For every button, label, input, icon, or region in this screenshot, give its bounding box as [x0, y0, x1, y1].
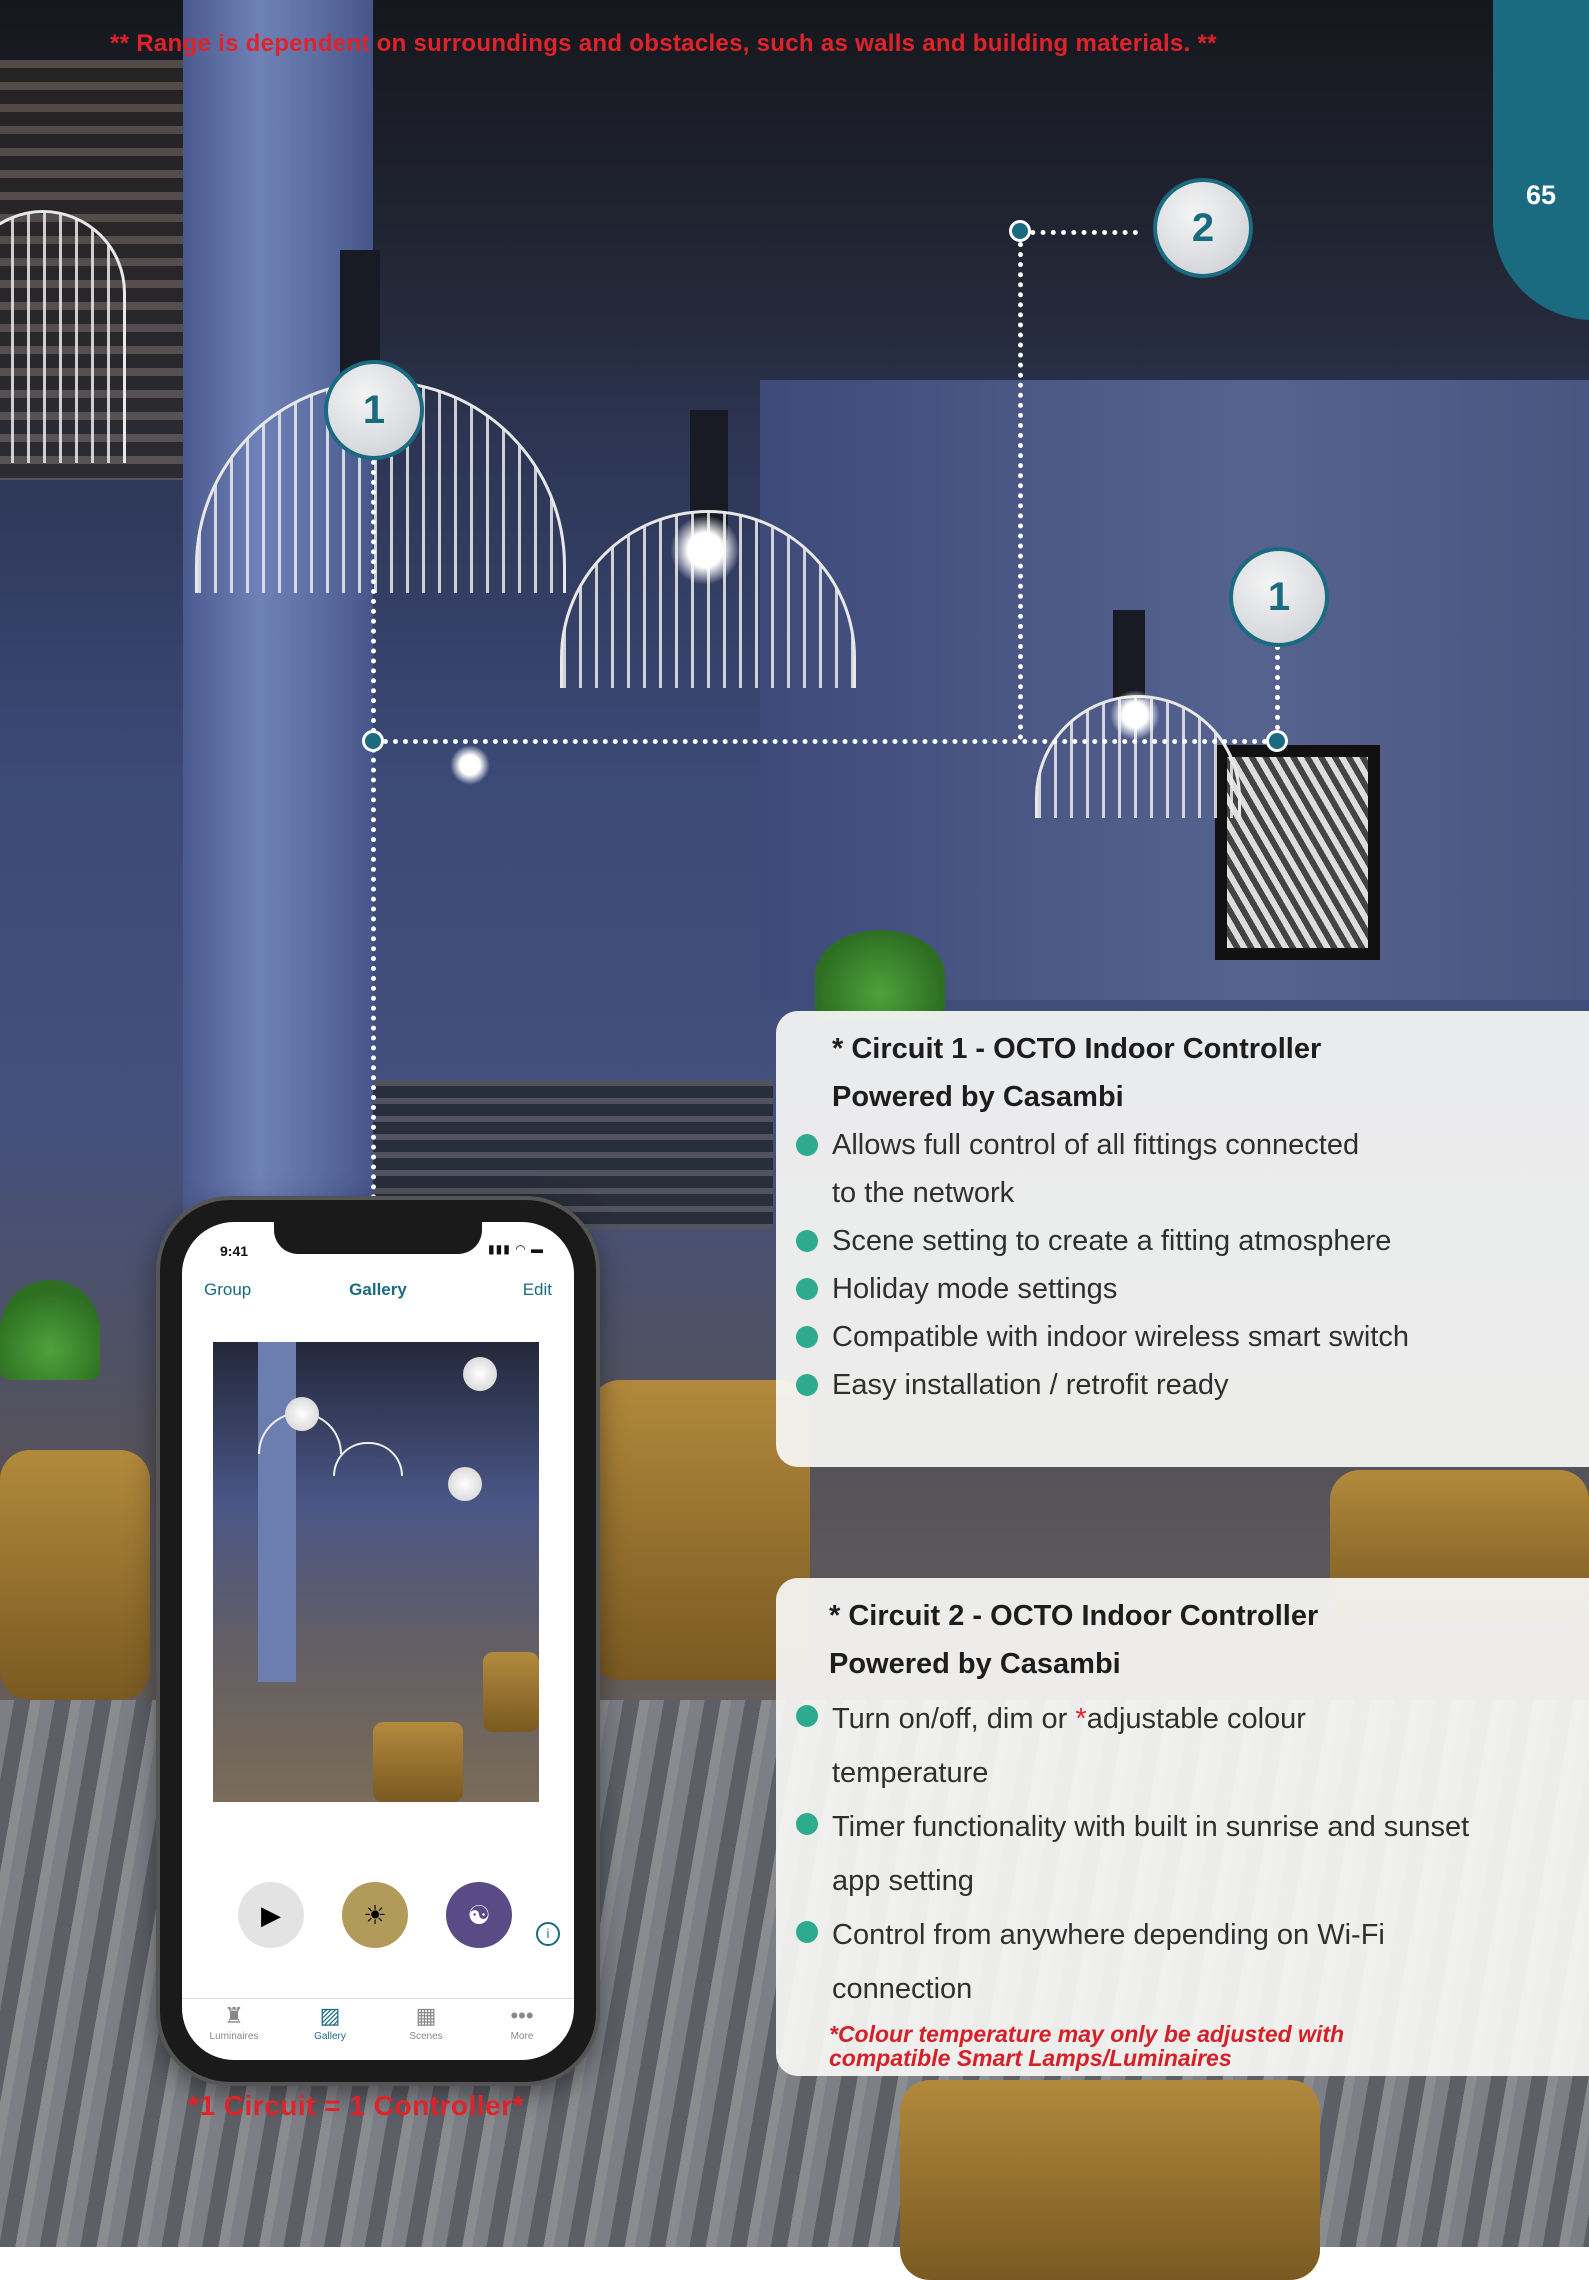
picture-frame [1215, 745, 1380, 960]
pendant-lamp [0, 210, 126, 463]
light-point[interactable] [285, 1397, 319, 1431]
connector-line [371, 460, 376, 1200]
list-item: Scene setting to create a fitting atmosp… [776, 1217, 1589, 1265]
tab-luminaires[interactable]: ♜ Luminaires [194, 2003, 274, 2042]
connector-node [362, 730, 384, 752]
connector-line [1275, 645, 1280, 740]
circuit-1-title: * Circuit 1 - OCTO Indoor Controller [832, 1033, 1322, 1065]
list-item-continuation: temperature [832, 1757, 989, 1789]
page-number-tab [1493, 0, 1589, 320]
tab-gallery[interactable]: ▨ Gallery [290, 2003, 370, 2042]
circuit-1-subtitle: Powered by Casambi [832, 1081, 1124, 1113]
brightness-button[interactable]: ☀ [342, 1882, 408, 1948]
connector-line [1020, 230, 1138, 235]
gallery-icon: ▨ [319, 2003, 341, 2028]
scenes-play-button[interactable]: ▶ [238, 1882, 304, 1948]
pillar [183, 0, 373, 1230]
circuit-2-subtitle: Powered by Casambi [829, 1648, 1121, 1680]
tab-scenes[interactable]: ▦ Scenes [386, 2003, 466, 2042]
connector-node [1009, 220, 1031, 242]
connector-line [1018, 232, 1023, 740]
gallery-scene-image[interactable] [213, 1342, 539, 1802]
list-item-continuation: app setting [832, 1865, 974, 1897]
edit-button[interactable]: Edit [523, 1280, 552, 1300]
tab-more[interactable]: ••• More [482, 2003, 562, 2042]
lamp-glow [670, 515, 740, 585]
plant [0, 1280, 100, 1380]
status-icons: ▮▮▮ ◠ ▬ [488, 1242, 544, 1256]
yin-yang-icon: ☯ [467, 1900, 491, 1930]
list-item: Compatible with indoor wireless smart sw… [776, 1313, 1589, 1361]
light-point[interactable] [463, 1357, 497, 1391]
circuit-2-feature-list: Turn on/off, dim or *adjustable colour t… [776, 1692, 1589, 2016]
list-item: Allows full control of all fittings conn… [776, 1121, 1589, 1169]
colour-temperature-footnote: *Colour temperature may only be adjusted… [829, 2021, 1345, 2071]
phone-notch [274, 1222, 482, 1254]
circuit-2-title: * Circuit 2 - OCTO Indoor Controller [829, 1600, 1319, 1632]
list-item-continuation: to the network [832, 1177, 1015, 1209]
chair [900, 2080, 1320, 2280]
list-item: Holiday mode settings [776, 1265, 1589, 1313]
plant [815, 930, 945, 1020]
brightness-icon: ☀ [363, 1900, 387, 1930]
circuit-marker-1: 1 [1229, 547, 1329, 647]
list-item: Turn on/off, dim or *adjustable colour [776, 1692, 1589, 1746]
more-icon: ••• [510, 2003, 534, 2028]
lamp-icon: ♜ [224, 2003, 244, 2028]
list-item: Control from anywhere depending on Wi-Fi [776, 1908, 1589, 1962]
color-button[interactable]: ☯ [446, 1882, 512, 1948]
range-disclaimer: ** Range is dependent on surroundings an… [110, 30, 1217, 57]
circuit-marker-2: 2 [1153, 178, 1253, 278]
status-time: 9:41 [220, 1243, 249, 1259]
lamp-glow [450, 745, 490, 785]
list-item: Timer functionality with built in sunris… [776, 1800, 1589, 1854]
app-tab-bar: ♜ Luminaires ▨ Gallery ▦ Scenes ••• More [182, 1998, 574, 2060]
phone-mockup: 9:41 ▮▮▮ ◠ ▬ Gallery Group Edit ▶ ☀ ☯ i … [160, 1200, 596, 2082]
connector-node [1266, 730, 1288, 752]
list-item-continuation: connection [832, 1973, 973, 2005]
circuit-2-panel: * Circuit 2 - OCTO Indoor Controller Pow… [776, 1578, 1589, 2076]
asterisk-mark: * [1075, 1703, 1087, 1735]
circuit-controller-caption: *1 Circuit = 1 Controller* [188, 2090, 524, 2121]
circuit-1-panel: * Circuit 1 - OCTO Indoor Controller Pow… [776, 1011, 1589, 1467]
circuit-marker-1: 1 [324, 360, 424, 460]
wall-right [760, 380, 1589, 1000]
page-number: 65 [1525, 180, 1557, 210]
pendant-cord [1113, 610, 1145, 700]
scenes-icon: ▦ [415, 2003, 437, 2028]
list-item: Easy installation / retrofit ready [776, 1361, 1589, 1409]
circuit-1-feature-list: Allows full control of all fittings conn… [776, 1121, 1589, 1409]
group-button[interactable]: Group [204, 1280, 251, 1300]
info-icon[interactable]: i [536, 1922, 560, 1946]
lamp-glow [1110, 690, 1160, 740]
connector-line [373, 739, 1278, 744]
casambi-app-screen: 9:41 ▮▮▮ ◠ ▬ Gallery Group Edit ▶ ☀ ☯ i … [182, 1222, 574, 2060]
light-point[interactable] [448, 1467, 482, 1501]
chair [0, 1450, 150, 1700]
scenes-play-icon: ▶ [261, 1900, 281, 1930]
